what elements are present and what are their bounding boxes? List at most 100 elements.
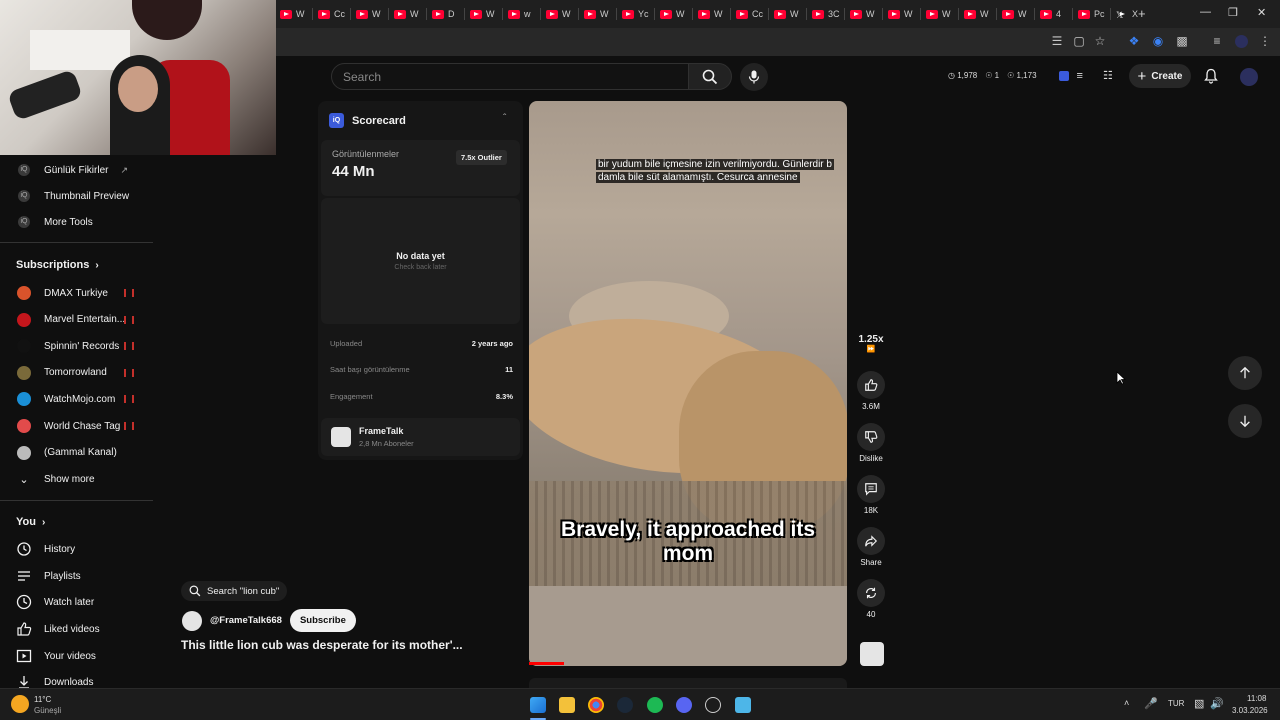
previous-short-button[interactable] <box>1228 356 1262 390</box>
install-icon[interactable]: ▢ <box>1072 34 1086 48</box>
steam-icon[interactable] <box>617 697 633 713</box>
channel-avatar[interactable] <box>182 610 202 631</box>
browser-tab[interactable]: W <box>356 4 381 24</box>
browser-tab[interactable]: W <box>850 4 875 24</box>
browser-tab[interactable]: D <box>432 4 455 24</box>
media-icon[interactable]: ≡ <box>1210 34 1224 48</box>
input-language[interactable]: TUR <box>1168 699 1184 708</box>
extension-icon[interactable]: ❖ <box>1127 34 1141 48</box>
list-icon[interactable]: ≡ <box>1077 70 1083 82</box>
trophy-icon[interactable]: ☷ <box>1103 69 1113 82</box>
browser-tab[interactable]: Cc <box>318 4 345 24</box>
video-progress-bar[interactable] <box>529 662 564 665</box>
sidebar-tool-thumbnail-preview[interactable]: iQ Thumbnail Preview <box>16 186 129 206</box>
subscribe-button[interactable]: Subscribe <box>289 609 356 632</box>
minimize-icon[interactable]: — <box>1200 6 1211 18</box>
search-button[interactable] <box>688 63 732 90</box>
sidebar-item-history[interactable]: History <box>16 539 75 559</box>
clock-date[interactable]: 3.03.2026 <box>1232 706 1268 715</box>
sidebar-tool-gunluk-fikirler[interactable]: iQ Günlük Fikirler ↗ <box>16 160 128 180</box>
volume-icon[interactable]: 🔊 <box>1210 697 1224 710</box>
weather-sun-icon[interactable] <box>11 695 29 713</box>
sidebar-subscription-item[interactable]: World Chase Tag <box>16 416 120 436</box>
browser-tab[interactable]: w <box>508 4 531 24</box>
puzzle-icon[interactable]: ▩ <box>1175 34 1189 48</box>
menu-dots-icon[interactable]: ⋮ <box>1258 34 1272 48</box>
share-button[interactable]: Share <box>855 527 887 567</box>
sound-thumbnail[interactable] <box>860 642 884 666</box>
vidiq-icon[interactable] <box>1058 70 1069 81</box>
search-input[interactable]: Search <box>331 63 689 90</box>
short-video-player[interactable] <box>529 101 847 666</box>
windows-start-icon[interactable] <box>530 697 546 713</box>
browser-tab[interactable]: Pc <box>1078 4 1105 24</box>
browser-tab[interactable]: W <box>394 4 419 24</box>
profile-avatar[interactable] <box>1235 35 1248 48</box>
sidebar-subscription-item[interactable]: Spinnin' Records <box>16 336 119 356</box>
sidebar-item-watch-later[interactable]: Watch later <box>16 592 94 612</box>
browser-tab[interactable]: 3C <box>812 4 840 24</box>
voice-search-button[interactable] <box>740 63 768 91</box>
collapse-chevron-icon[interactable]: ˆ <box>503 113 506 124</box>
tray-microphone-icon[interactable]: 🎤 <box>1144 697 1158 710</box>
like-button[interactable]: 3.6M <box>855 371 887 411</box>
browser-tab[interactable]: W <box>774 4 799 24</box>
sidebar-subscription-item[interactable]: WatchMojo.com <box>16 389 115 409</box>
browser-tab[interactable]: W <box>888 4 913 24</box>
show-more-button[interactable]: ⌄ Show more <box>16 469 94 489</box>
close-icon[interactable]: ✕ <box>1257 6 1266 19</box>
weather-temp: 11°C <box>34 695 52 704</box>
clock-time[interactable]: 11:08 <box>1247 694 1266 703</box>
subscriptions-heading[interactable]: Subscriptions › <box>16 259 99 271</box>
spotify-icon[interactable] <box>647 697 663 713</box>
create-button[interactable]: + Create <box>1129 64 1191 88</box>
video-title[interactable]: This little lion cub was desperate for i… <box>181 638 463 652</box>
channel-handle[interactable]: @FrameTalk668 <box>210 615 282 626</box>
browser-tab[interactable]: W <box>698 4 723 24</box>
next-short-button[interactable] <box>1228 404 1262 438</box>
vidiq-extension-icon[interactable]: ◉ <box>1151 34 1165 48</box>
translate-icon[interactable]: ☰ <box>1050 34 1064 48</box>
browser-tab[interactable]: W <box>1002 4 1027 24</box>
playback-speed[interactable]: 1.25x ⏩ <box>855 334 887 353</box>
browser-tab[interactable]: W <box>546 4 571 24</box>
bookmark-star-icon[interactable]: ☆ <box>1093 34 1107 48</box>
notifications-bell-icon[interactable] <box>1203 68 1219 84</box>
browser-tab[interactable]: 4 <box>1040 4 1061 24</box>
browser-tab[interactable]: W <box>964 4 989 24</box>
browser-tab[interactable]: Cc <box>736 4 763 24</box>
browser-tab[interactable]: 𝕏X <box>1116 4 1138 24</box>
related-search-chip[interactable]: Search "lion cub" <box>181 581 288 601</box>
chrome-icon[interactable] <box>588 697 604 713</box>
comments-button[interactable]: 18K <box>855 475 887 515</box>
sidebar-item-your-videos[interactable]: Your videos <box>16 646 96 666</box>
file-explorer-icon[interactable] <box>559 697 575 713</box>
browser-tab[interactable]: W <box>660 4 685 24</box>
notepad-icon[interactable] <box>735 697 751 713</box>
sidebar-subscription-item[interactable]: (Gammal Kanal) <box>16 443 117 463</box>
remix-button[interactable]: 40 <box>855 579 887 619</box>
account-avatar[interactable] <box>1240 68 1258 86</box>
discord-icon[interactable] <box>676 697 692 713</box>
sidebar-tool-more-tools[interactable]: iQ More Tools <box>16 212 93 232</box>
restore-icon[interactable]: ❐ <box>1228 6 1238 19</box>
sidebar-subscription-item[interactable]: Marvel Entertain... <box>16 310 125 330</box>
sidebar-subscription-item[interactable]: DMAX Turkiye <box>16 283 108 303</box>
obs-icon[interactable] <box>705 697 721 713</box>
sidebar-subscription-item[interactable]: Tomorrowland <box>16 363 107 383</box>
new-tab-icon[interactable]: + <box>1138 6 1146 21</box>
live-indicator-icon <box>124 422 134 430</box>
next-short-preview[interactable] <box>529 678 847 688</box>
browser-tab[interactable]: W <box>584 4 609 24</box>
browser-tab[interactable]: W <box>280 4 305 24</box>
sidebar-item-playlists[interactable]: Playlists <box>16 566 81 586</box>
browser-tab[interactable]: W <box>926 4 951 24</box>
browser-tab[interactable]: W <box>470 4 495 24</box>
sidebar-item-liked-videos[interactable]: Liked videos <box>16 619 100 639</box>
dislike-button[interactable]: Dislike <box>855 423 887 463</box>
you-heading[interactable]: You › <box>16 516 45 528</box>
network-icon[interactable]: ▧ <box>1194 697 1204 710</box>
channel-card[interactable]: FrameTalk 2,8 Mn Aboneler <box>321 418 520 456</box>
tray-chevron-up-icon[interactable]: ˄ <box>1124 698 1129 708</box>
browser-tab[interactable]: Yc <box>622 4 649 24</box>
